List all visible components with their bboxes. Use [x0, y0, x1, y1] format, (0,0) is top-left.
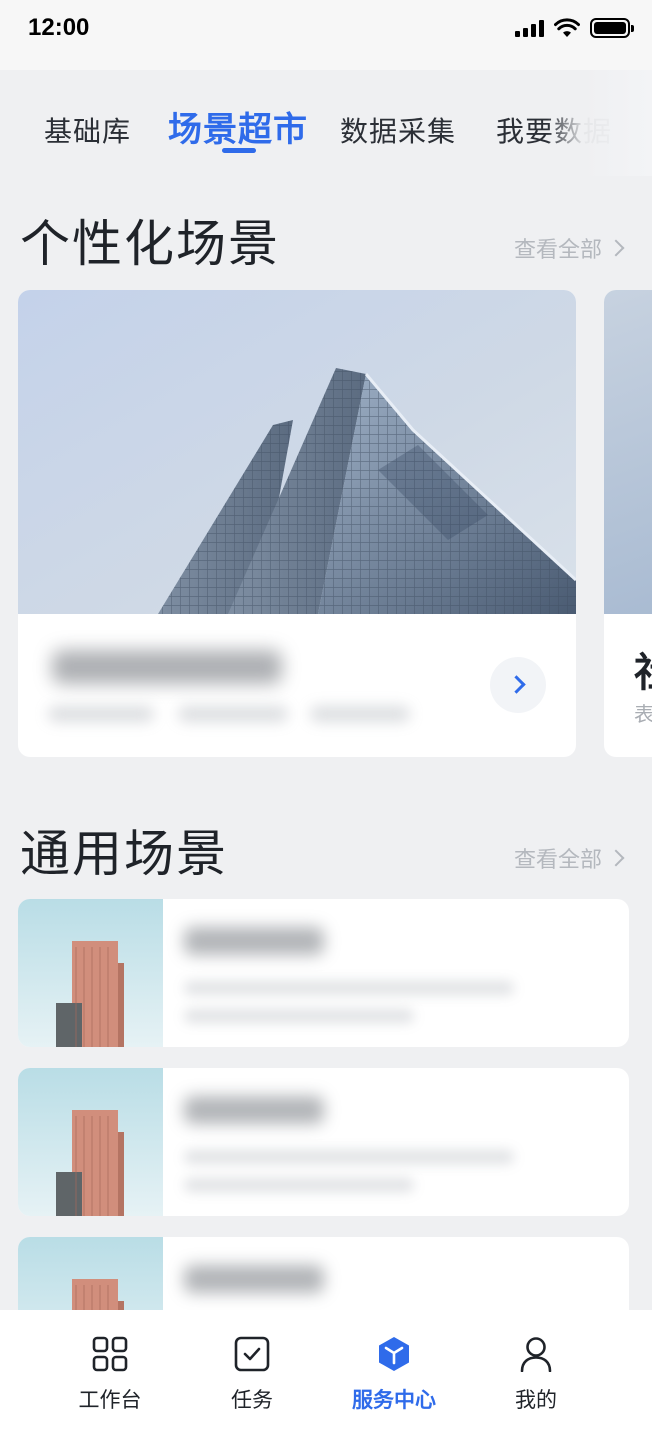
cellular-signal-icon	[515, 19, 544, 37]
nav-workbench[interactable]: 工作台	[45, 1310, 175, 1432]
grid-icon	[92, 1336, 128, 1372]
building-thumbnail-image	[18, 1068, 163, 1216]
peek-card-title: 社	[634, 640, 652, 698]
chevron-right-icon	[607, 239, 625, 257]
see-all-label: 查看全部	[513, 848, 602, 873]
nav-service-center[interactable]: 服务中心	[329, 1310, 459, 1432]
active-tab-indicator	[222, 148, 256, 153]
open-scene-button[interactable]	[490, 657, 546, 713]
tabs-overflow-fade	[547, 70, 652, 176]
see-all-label: 查看全部	[513, 238, 602, 263]
card-meta-blurred	[48, 706, 154, 722]
nav-label: 我的	[515, 1388, 557, 1412]
building-thumbnail-image	[18, 899, 163, 1047]
skyscraper-image	[18, 290, 576, 614]
task-check-icon	[234, 1336, 270, 1372]
card-meta-blurred	[184, 1178, 414, 1192]
general-scene-card[interactable]	[18, 1068, 629, 1216]
tab-basic-library[interactable]: 基础库	[44, 110, 131, 150]
section-title-general: 通用场景	[20, 825, 228, 883]
category-tabs: 基础库 场景超市 数据采集 我要数据	[0, 70, 652, 180]
nav-profile[interactable]: 我的	[471, 1310, 601, 1432]
battery-icon	[590, 18, 634, 38]
chevron-right-icon	[507, 675, 526, 694]
card-meta-blurred	[184, 1150, 514, 1164]
card-title-blurred	[52, 650, 282, 684]
user-icon	[520, 1337, 552, 1372]
next-scene-card-peek[interactable]: 社 表	[604, 290, 652, 757]
chevron-right-icon	[607, 849, 625, 867]
card-meta-blurred	[178, 706, 288, 722]
wifi-icon	[554, 18, 580, 37]
see-all-general-link[interactable]: 查看全部	[513, 842, 625, 874]
scene-image	[604, 290, 652, 614]
nav-label: 服务中心	[352, 1388, 436, 1412]
nav-label: 工作台	[78, 1388, 142, 1412]
status-bar: 12:00	[0, 0, 652, 70]
card-meta-blurred	[310, 706, 410, 722]
featured-scene-card[interactable]	[18, 290, 576, 757]
tab-data-collection[interactable]: 数据采集	[340, 110, 456, 150]
nav-tasks[interactable]: 任务	[187, 1310, 317, 1432]
status-icons	[515, 16, 634, 40]
bottom-navigation: 工作台 任务 服务中心 我的	[0, 1310, 652, 1432]
card-title-blurred	[184, 927, 324, 955]
section-title-personalized: 个性化场景	[20, 215, 280, 273]
card-title-blurred	[184, 1096, 324, 1124]
card-title-blurred	[184, 1265, 324, 1293]
tab-scene-market[interactable]: 场景超市	[168, 102, 308, 151]
general-scene-card[interactable]	[18, 899, 629, 1047]
peek-card-subtitle: 表	[634, 702, 652, 726]
status-time: 12:00	[28, 14, 90, 41]
card-meta-blurred	[184, 981, 514, 995]
service-cube-icon	[379, 1337, 409, 1371]
nav-label: 任务	[231, 1388, 273, 1412]
card-meta-blurred	[184, 1009, 414, 1023]
see-all-personalized-link[interactable]: 查看全部	[513, 232, 625, 264]
